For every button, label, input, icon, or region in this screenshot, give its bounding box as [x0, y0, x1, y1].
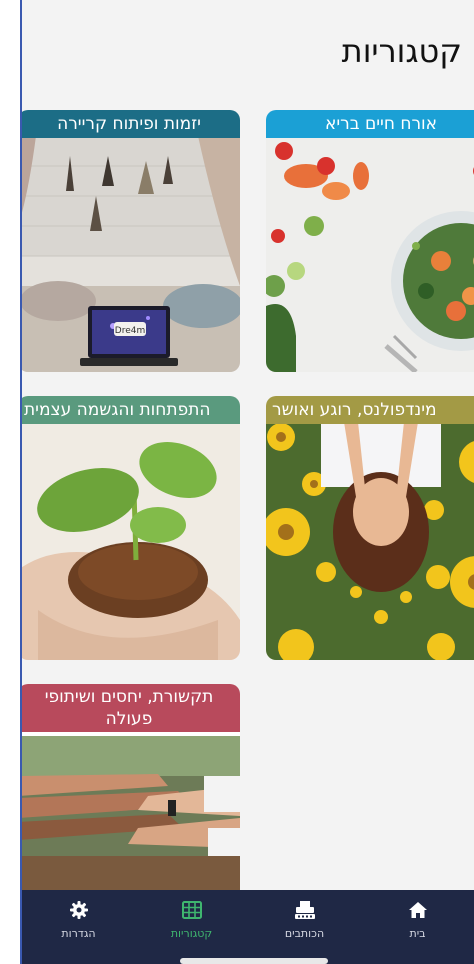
laptop-screen-text: Dre4m — [115, 326, 145, 336]
home-indicator[interactable] — [180, 958, 328, 964]
nav-writers-label: הכותבים — [284, 926, 325, 940]
category-label: התפתחות והגשמה עצמית — [22, 396, 240, 424]
nav-settings[interactable]: הגדרות — [22, 890, 135, 948]
category-label: יזמות ופיתוח קריירה — [22, 110, 240, 138]
grid-icon — [181, 899, 202, 921]
category-card-entrepreneurship[interactable]: יזמות ופיתוח קריירה Dre4m — [22, 110, 240, 372]
sprout-image — [22, 420, 240, 660]
nav-categories-label: קטגוריות — [170, 926, 213, 940]
gear-icon — [69, 899, 89, 921]
typewriter-icon — [294, 899, 316, 921]
nav-writers[interactable]: הכותבים — [248, 890, 361, 948]
nav-home-label: בית — [409, 926, 426, 940]
category-card-self-growth[interactable]: התפתחות והגשמה עצמית — [22, 396, 240, 660]
category-card-communication[interactable]: תקשורת, יחסים ושיתופי פעולה — [22, 684, 240, 890]
bottom-navigation: הגדרות קטגוריות הכותבים בית — [22, 890, 474, 948]
categories-grid: אורח חיים בריא יזמות ופיתוח קריירה Dre4m… — [22, 90, 474, 890]
category-card-healthy-lifestyle[interactable]: אורח חיים בריא — [266, 110, 474, 372]
category-card-mindfulness[interactable]: מינדפולנס, רוגע ואושר — [266, 396, 474, 660]
workspace-image: Dre4m — [22, 136, 240, 372]
team-hands-image — [22, 736, 240, 890]
category-label: אורח חיים בריא — [266, 110, 474, 138]
home-icon — [408, 899, 428, 921]
nav-home[interactable]: בית — [361, 890, 474, 948]
healthy-food-image — [266, 136, 474, 372]
category-label: תקשורת, יחסים ושיתופי פעולה — [22, 684, 240, 732]
frame-border — [20, 0, 22, 964]
mindfulness-image — [266, 422, 474, 660]
nav-settings-label: הגדרות — [61, 926, 96, 940]
category-label: מינדפולנס, רוגע ואושר — [266, 396, 474, 424]
page-header: קטגוריות — [22, 0, 474, 90]
nav-categories[interactable]: קטגוריות — [135, 890, 248, 948]
page-title: קטגוריות — [341, 32, 462, 70]
